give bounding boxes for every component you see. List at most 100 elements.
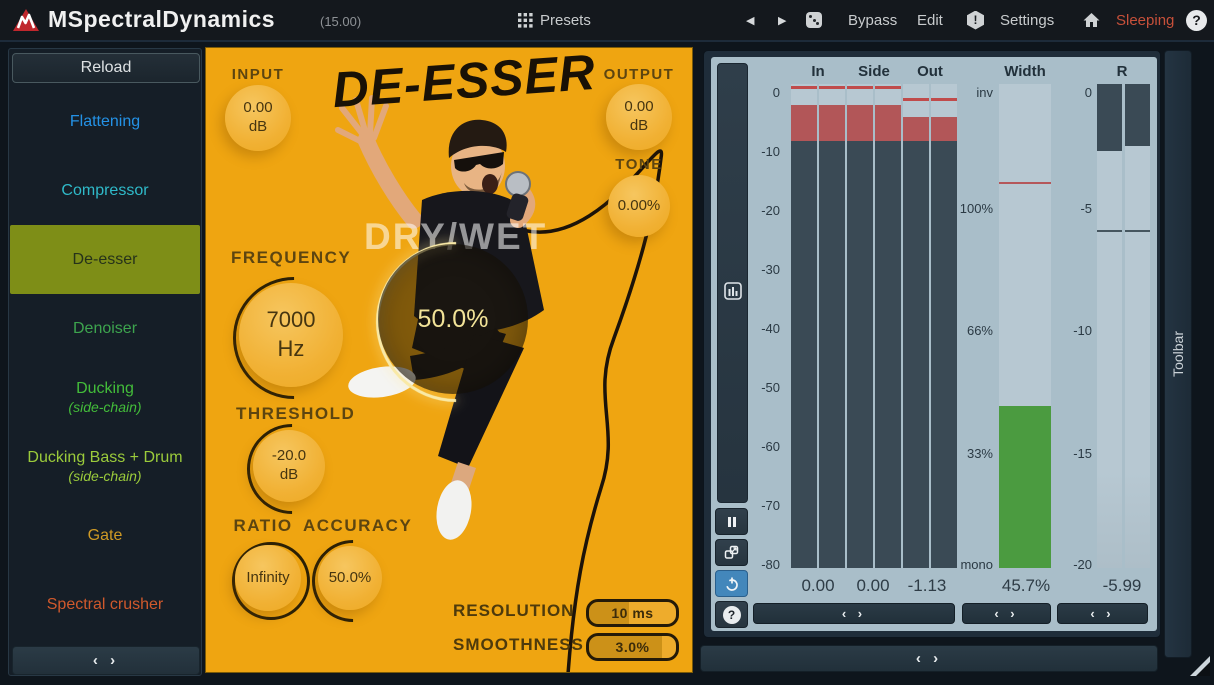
sidebar-item-ducking[interactable]: Ducking (side-chain): [10, 363, 200, 432]
meter-bar-side-right[interactable]: [875, 84, 901, 568]
arrow-right-icon: ▶: [778, 14, 786, 27]
readout-width: 45.7%: [990, 576, 1062, 596]
grid-icon: [518, 13, 533, 28]
arrow-left-icon: ◀: [746, 14, 754, 27]
meter-label-side: Side: [844, 63, 904, 79]
hscroll-chevrons-icon: ‹ ›: [1090, 606, 1114, 621]
bypass-button[interactable]: Bypass: [848, 0, 897, 40]
hscroll-chevrons-icon: ‹ ›: [842, 606, 866, 621]
output-gain-knob[interactable]: 0.00 dB: [606, 84, 672, 150]
dice-icon: [806, 12, 822, 28]
meter-bar-out-left[interactable]: [903, 84, 929, 568]
sidebar-item-denoiser[interactable]: Denoiser: [10, 294, 200, 363]
accuracy-label: ACCURACY: [303, 516, 398, 536]
width-scale-tick: 100%: [935, 201, 993, 215]
meter-bar-in-left[interactable]: [791, 84, 817, 568]
toolbar-tab[interactable]: Toolbar: [1164, 50, 1192, 658]
meter-label-in: In: [788, 63, 848, 79]
db-scale-tick: 0: [735, 85, 780, 99]
home-button[interactable]: [1083, 0, 1100, 40]
width-scale-tick: 66%: [935, 323, 993, 337]
db-scale-tick: -20: [735, 203, 780, 217]
readout-out: -1.13: [897, 576, 957, 596]
width-scale-tick: inv: [935, 85, 993, 99]
drywet-knob[interactable]: 50.0%: [378, 244, 528, 394]
resize-handle-inner: [1196, 662, 1210, 676]
meter-bar-reduction-left[interactable]: [1097, 84, 1122, 568]
meters-power-button[interactable]: [715, 570, 748, 597]
accuracy-knob[interactable]: 50.0%: [318, 546, 382, 610]
meter-label-r: R: [1092, 63, 1152, 79]
hscroll-chevrons-icon: ‹ ›: [93, 652, 119, 669]
db-scale-tick: -80: [735, 557, 780, 571]
warning-icon: !: [967, 11, 984, 30]
bar-graph-icon: [724, 282, 742, 300]
input-gain-knob[interactable]: 0.00 dB: [225, 85, 291, 151]
meter-bar-in-right[interactable]: [819, 84, 845, 568]
r-scale-tick: -20: [1042, 557, 1092, 571]
meter-scrollbar-width[interactable]: ‹ ›: [962, 603, 1051, 624]
power-icon: [725, 577, 739, 591]
readout-side: 0.00: [843, 576, 903, 596]
width-scale-tick: 33%: [935, 446, 993, 460]
settings-button[interactable]: Settings: [1000, 0, 1054, 40]
frequency-label: FREQUENCY: [231, 248, 351, 268]
sidebar-item-de-esser[interactable]: De-esser: [10, 225, 200, 294]
meter-label-out: Out: [900, 63, 960, 79]
sidebar-item-spectral-crusher[interactable]: Spectral crusher: [10, 570, 200, 639]
sidebar-scrollbar[interactable]: ‹ ›: [12, 646, 200, 675]
preset-sidebar: Reload Flattening Compressor De-esser De…: [8, 48, 202, 676]
r-scale-tick: -5: [1042, 201, 1092, 215]
bottom-scrollbar[interactable]: ‹ ›: [700, 645, 1158, 672]
readout-reduction: -5.99: [1092, 576, 1152, 596]
titlebar: MSpectralDynamics (15.00) Presets ◀ ▶: [0, 0, 1214, 42]
r-scale-tick: 0: [1042, 85, 1092, 99]
smoothness-select[interactable]: 3.0%: [586, 633, 679, 661]
db-scale-tick: -50: [735, 380, 780, 394]
hscroll-chevrons-icon: ‹ ›: [994, 606, 1018, 621]
presets-button[interactable]: Presets: [518, 0, 591, 40]
r-scale-tick: -10: [1042, 323, 1092, 337]
db-scale-tick: -30: [735, 262, 780, 276]
meters-help-button[interactable]: ?: [715, 601, 748, 628]
meter-scrollbar-reduction[interactable]: ‹ ›: [1057, 603, 1148, 624]
pause-meters-button[interactable]: [715, 508, 748, 535]
melda-logo: [12, 8, 40, 32]
frequency-knob[interactable]: 7000 Hz: [239, 283, 343, 387]
threshold-label: THRESHOLD: [236, 404, 346, 424]
nav-forward-button[interactable]: ▶: [778, 0, 786, 40]
sidebar-item-ducking-bass-drum[interactable]: Ducking Bass + Drum (side-chain): [10, 432, 200, 501]
threshold-knob[interactable]: -20.0 dB: [253, 430, 325, 502]
readout-in: 0.00: [788, 576, 848, 596]
meter-scrollbar-levels[interactable]: ‹ ›: [753, 603, 955, 624]
reload-button[interactable]: Reload: [12, 53, 200, 83]
sleeping-status[interactable]: Sleeping: [1116, 0, 1174, 40]
edit-button[interactable]: Edit: [917, 0, 943, 40]
db-scale-tick: -70: [735, 498, 780, 512]
meter-bar-reduction-right[interactable]: [1125, 84, 1150, 568]
width-scale-tick: mono: [935, 557, 993, 571]
ratio-label: RATIO: [218, 516, 308, 536]
tone-knob[interactable]: 0.00%: [608, 175, 670, 237]
random-preset-button[interactable]: [806, 0, 822, 40]
pause-icon: [726, 516, 738, 528]
hscroll-chevrons-icon: ‹ ›: [916, 650, 942, 667]
help-icon: ?: [723, 606, 741, 624]
ratio-knob[interactable]: Infinity: [235, 545, 301, 611]
db-scale-tick: -60: [735, 439, 780, 453]
help-button[interactable]: ?: [1186, 0, 1207, 40]
meter-bar-side-left[interactable]: [847, 84, 873, 568]
home-icon: [1083, 12, 1100, 28]
sidebar-item-flattening[interactable]: Flattening: [10, 87, 200, 156]
nav-back-button[interactable]: ◀: [746, 0, 754, 40]
plugin-window: MSpectralDynamics (15.00) Presets ◀ ▶: [0, 0, 1214, 685]
help-icon: ?: [1186, 10, 1207, 31]
resolution-select[interactable]: 10 ms: [586, 599, 679, 627]
meter-range-slider[interactable]: [717, 63, 748, 503]
resolution-label: RESOLUTION: [453, 601, 574, 621]
db-scale-tick: -10: [735, 144, 780, 158]
sidebar-item-gate[interactable]: Gate: [10, 501, 200, 570]
warning-button[interactable]: !: [967, 0, 984, 40]
sidebar-item-compressor[interactable]: Compressor: [10, 156, 200, 225]
r-scale-tick: -15: [1042, 446, 1092, 460]
